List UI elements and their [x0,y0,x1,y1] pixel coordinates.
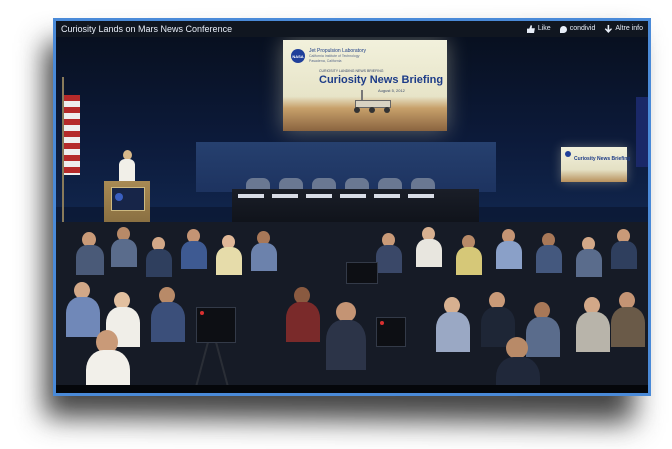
screen-heading: Curiosity News Briefing [319,74,444,86]
like-label: Like [537,25,551,32]
video-camera [376,317,406,347]
video-player-window: Curiosity Lands on Mars News Conference … [53,18,651,396]
video-frame[interactable]: NASA Jet Propulsion Laboratory Californi… [56,37,648,393]
more-info-button[interactable]: Altre info [604,21,643,37]
video-letterbox [56,385,648,393]
side-monitor-heading: Curiosity News Briefing [574,156,631,162]
video-camera [196,307,236,343]
rover-image [351,90,393,114]
side-nasa-logo [565,151,571,157]
video-title[interactable]: Curiosity Lands on Mars News Conference [61,21,232,37]
screen-org-line3: Pasadena, California [309,59,342,63]
thumbs-up-icon [526,25,535,33]
nasa-logo: NASA [291,49,305,63]
title-bar: Curiosity Lands on Mars News Conference … [56,21,648,37]
side-monitor: Curiosity News Briefing [561,147,631,182]
us-flag [64,95,80,175]
podium-seal [111,187,145,211]
speaker [118,150,136,182]
screen-org-line2: California Institute of Technology [309,54,360,58]
share-icon [559,25,567,33]
share-button[interactable]: condivid [559,21,596,37]
video-camera [346,262,378,284]
screen-subtitle: CURIOSITY LANDING NEWS BRIEFING [319,69,384,73]
download-info-icon [604,25,612,33]
like-button[interactable]: Like [526,21,551,37]
projection-screen: NASA Jet Propulsion Laboratory Californi… [283,40,447,131]
screen-date: August 5, 2012 [378,88,405,93]
nasa-flag [636,97,648,167]
more-info-label: Altre info [615,25,643,32]
player-actions: Like condivid Altre info [526,21,643,37]
share-label: condivid [569,25,596,32]
